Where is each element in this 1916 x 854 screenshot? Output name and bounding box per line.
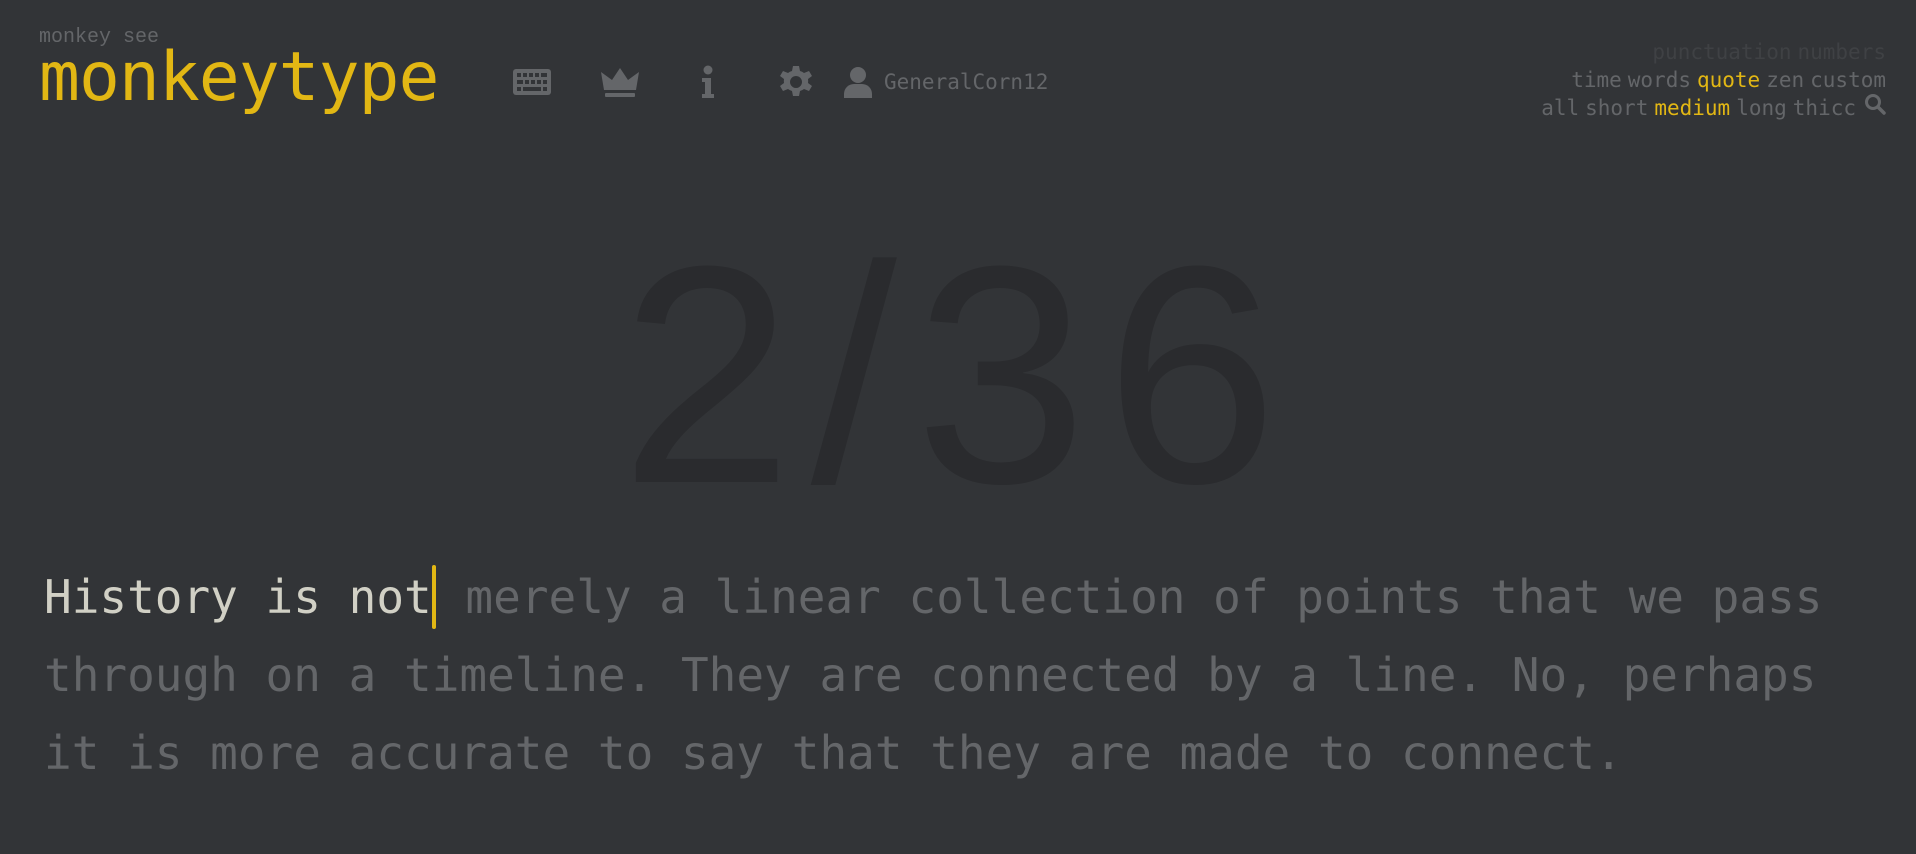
info-icon	[702, 65, 714, 98]
words-area[interactable]: History is not merely a linear collectio…	[44, 558, 1884, 792]
keyboard-icon	[513, 69, 551, 95]
punctuation-toggle[interactable]: punctuation	[1652, 40, 1791, 64]
crown-icon	[601, 68, 639, 97]
user-icon	[844, 67, 872, 98]
test-config: punctuation numbers time words quote zen cust…	[1535, 38, 1886, 122]
mode-time[interactable]: time	[1571, 68, 1622, 92]
quote-search-button[interactable]	[1864, 93, 1886, 122]
logo[interactable]: monkey see monkeytype	[39, 28, 439, 117]
length-thicc[interactable]: thicc	[1793, 96, 1856, 120]
length-short[interactable]: short	[1585, 96, 1648, 120]
length-all[interactable]: all	[1541, 96, 1579, 120]
mode-words[interactable]: words	[1628, 68, 1691, 92]
config-row-mode: time words quote zen custom	[1535, 66, 1886, 94]
mode-zen[interactable]: zen	[1766, 68, 1804, 92]
logo-title: monkeytype	[39, 38, 439, 117]
keyboard-button[interactable]	[508, 58, 556, 106]
length-medium[interactable]: medium	[1654, 96, 1730, 120]
length-long[interactable]: long	[1736, 96, 1787, 120]
typed-text: History is not	[44, 570, 432, 624]
config-row-length: all short medium long thicc	[1535, 93, 1886, 122]
settings-button[interactable]	[772, 58, 820, 106]
search-icon	[1865, 93, 1886, 115]
mode-quote[interactable]: quote	[1697, 68, 1760, 92]
mode-custom[interactable]: custom	[1810, 68, 1886, 92]
numbers-toggle[interactable]: numbers	[1797, 40, 1886, 64]
leaderboard-button[interactable]	[596, 58, 644, 106]
about-button[interactable]	[684, 58, 732, 106]
account-button[interactable]: GeneralCorn12	[844, 66, 1048, 98]
config-row-modifiers: punctuation numbers	[1535, 38, 1886, 66]
caret	[431, 564, 436, 629]
username-label: GeneralCorn12	[884, 70, 1049, 94]
progress-counter: 2/36	[620, 201, 1296, 548]
gear-icon	[780, 66, 812, 96]
top-nav: GeneralCorn12	[508, 58, 1048, 106]
